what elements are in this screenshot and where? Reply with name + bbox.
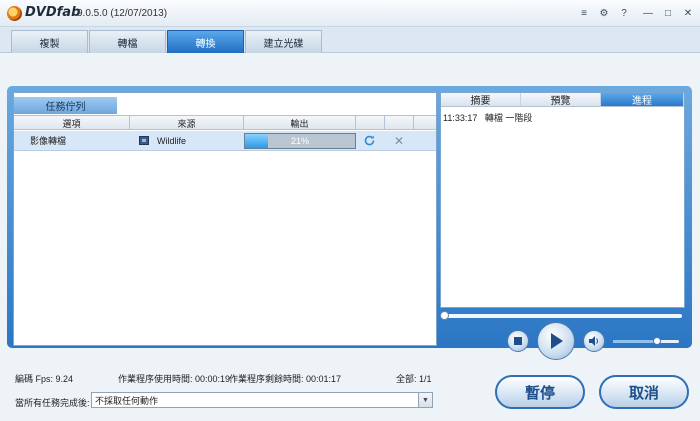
title-bar: DVDfab 9.0.5.0 (12/07/2013) ≡ ⚙ ? — □ ✕ — [0, 0, 700, 27]
app-version: 9.0.5.0 (12/07/2013) — [77, 8, 168, 19]
help-icon[interactable]: ? — [616, 5, 632, 21]
tab-preview[interactable]: 預覽 — [521, 93, 601, 107]
task-queue-panel: 任務佇列 選項 來源 輸出 影像轉檔 Wildlife 21% ✕ — [13, 92, 437, 346]
tab-creator[interactable]: 建立光碟 — [245, 30, 322, 53]
refresh-icon[interactable] — [363, 131, 376, 150]
stop-button[interactable] — [507, 330, 529, 352]
output-progress-bar: 21% — [244, 133, 356, 149]
after-finish-label: 當所有任務完成後: — [15, 398, 90, 408]
elapsed-time: 作業程序使用時間: 00:00:19 — [118, 372, 230, 385]
after-finish-value: 不採取任何動作 — [95, 395, 159, 406]
dvdfab-logo-icon — [7, 6, 22, 21]
menu-icon[interactable]: ≡ — [576, 5, 592, 21]
column-remove — [385, 116, 414, 130]
play-button[interactable] — [537, 322, 575, 360]
seek-knob[interactable] — [440, 311, 449, 320]
queue-header: 選項 來源 輸出 — [14, 115, 436, 130]
elapsed-label: 作業程序使用時間: — [118, 374, 193, 384]
total-label: 全部: — [396, 374, 417, 384]
play-icon — [551, 333, 563, 349]
remaining-time: 作業程序剩餘時間: 00:01:17 — [229, 372, 341, 385]
close-icon[interactable]: ✕ — [680, 5, 696, 21]
info-panel: 摘要 預覽 進程 11:33:17 轉檔 一階段 — [440, 92, 685, 308]
total-count: 全部: 1/1 — [396, 372, 432, 385]
task-queue-label: 任務佇列 — [14, 97, 117, 114]
app-logo-text: DVDfab — [25, 5, 81, 20]
table-row[interactable]: 影像轉檔 Wildlife 21% ✕ — [14, 131, 436, 151]
volume-fill — [613, 340, 658, 343]
tab-summary[interactable]: 摘要 — [441, 93, 521, 107]
remaining-value: 00:01:17 — [306, 374, 342, 384]
log-time: 11:33:17 — [443, 113, 478, 123]
tab-converter[interactable]: 轉換 — [167, 30, 244, 53]
pause-button[interactable]: 暫停 — [495, 375, 585, 409]
column-option[interactable]: 選項 — [14, 116, 130, 130]
cancel-button[interactable]: 取消 — [599, 375, 689, 409]
row-option: 影像轉檔 — [30, 136, 67, 146]
stop-icon — [514, 337, 522, 345]
tab-progress[interactable]: 進程 — [601, 93, 684, 107]
log-message: 轉檔 一階段 — [484, 113, 533, 123]
row-source: Wildlife — [139, 131, 186, 150]
volume-slider[interactable] — [613, 337, 679, 345]
tab-ripper[interactable]: 轉檔 — [89, 30, 166, 53]
column-source[interactable]: 來源 — [130, 116, 244, 130]
progress-log: 11:33:17 轉檔 一階段 — [443, 111, 532, 124]
mode-tabs: 複製 轉檔 轉換 建立光碟 — [0, 27, 700, 53]
maximize-icon[interactable]: □ — [660, 5, 676, 21]
chevron-down-icon[interactable]: ▼ — [418, 393, 432, 407]
remove-task-icon[interactable]: ✕ — [394, 131, 404, 150]
total-value: 1/1 — [419, 374, 432, 384]
tab-copy[interactable]: 複製 — [11, 30, 88, 53]
encode-fps: 編碼 Fps: 9.24 — [15, 374, 74, 384]
speaker-icon — [589, 336, 598, 346]
row-source-title: Wildlife — [157, 135, 187, 146]
column-output[interactable]: 輸出 — [244, 116, 356, 130]
settings-icon[interactable]: ⚙ — [596, 5, 612, 21]
film-icon — [139, 136, 149, 145]
progress-text: 21% — [290, 136, 309, 146]
after-finish-select[interactable]: 不採取任何動作 ▼ — [91, 392, 433, 408]
remaining-label: 作業程序剩餘時間: — [229, 374, 304, 384]
elapsed-value: 00:00:19 — [195, 374, 231, 384]
seek-slider[interactable] — [440, 311, 682, 320]
column-refresh — [356, 116, 385, 130]
volume-button[interactable] — [583, 330, 605, 352]
minimize-icon[interactable]: — — [640, 5, 656, 21]
